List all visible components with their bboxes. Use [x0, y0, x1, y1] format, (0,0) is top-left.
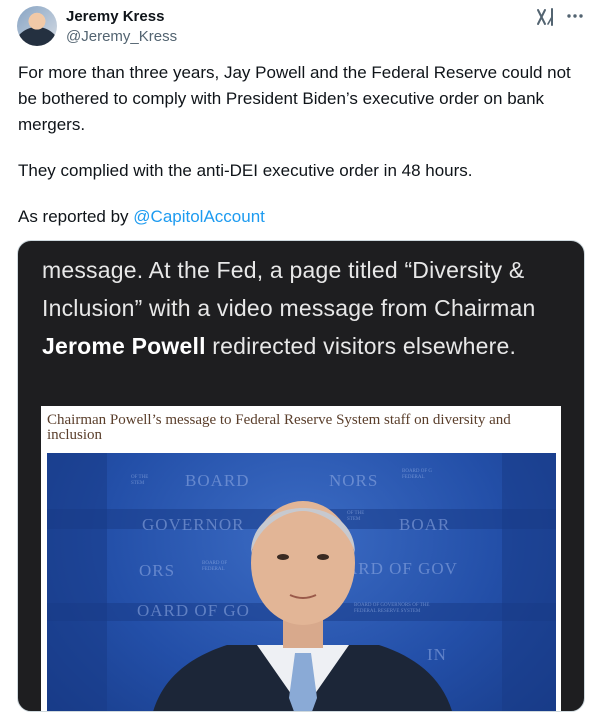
article-bold-name: Jerome Powell [42, 333, 206, 359]
video-still: BOARD NORS GOVERNOR BOAR ORS ARD OF GOV … [47, 453, 556, 711]
reported-prefix: As reported by [18, 207, 134, 226]
media-image[interactable]: message. At the Fed, a page titled “Dive… [17, 240, 585, 712]
grok-icon[interactable] [536, 8, 556, 26]
screenshot-title: Chairman Powell’s message to Federal Res… [47, 412, 511, 443]
tweet-paragraph-3: As reported by @CapitolAccount [18, 204, 593, 230]
article-line-1: message. At the Fed, a page titled “Dive… [42, 257, 525, 283]
more-icon[interactable] [565, 6, 585, 26]
mention-link[interactable]: @CapitolAccount [133, 207, 265, 226]
tweet-paragraph-2: They complied with the anti-DEI executiv… [18, 161, 473, 180]
tweet-text: For more than three years, Jay Powell an… [18, 60, 593, 230]
avatar[interactable] [17, 6, 57, 46]
article-line-3: Jerome Powell redirected visitors elsewh… [42, 327, 562, 365]
article-line-3-rest: redirected visitors elsewhere. [205, 333, 517, 359]
article-excerpt: message. At the Fed, a page titled “Dive… [42, 251, 562, 365]
author-handle[interactable]: @Jeremy_Kress [66, 28, 177, 45]
embedded-screenshot: Chairman Powell’s message to Federal Res… [41, 406, 561, 711]
tweet-paragraph-1: For more than three years, Jay Powell an… [18, 63, 571, 134]
tweet-header: Jeremy Kress @Jeremy_Kress [0, 0, 613, 60]
author-name[interactable]: Jeremy Kress [66, 8, 164, 25]
article-line-2: Inclusion” with a video message from Cha… [42, 295, 536, 321]
speaker-figure [153, 501, 452, 711]
